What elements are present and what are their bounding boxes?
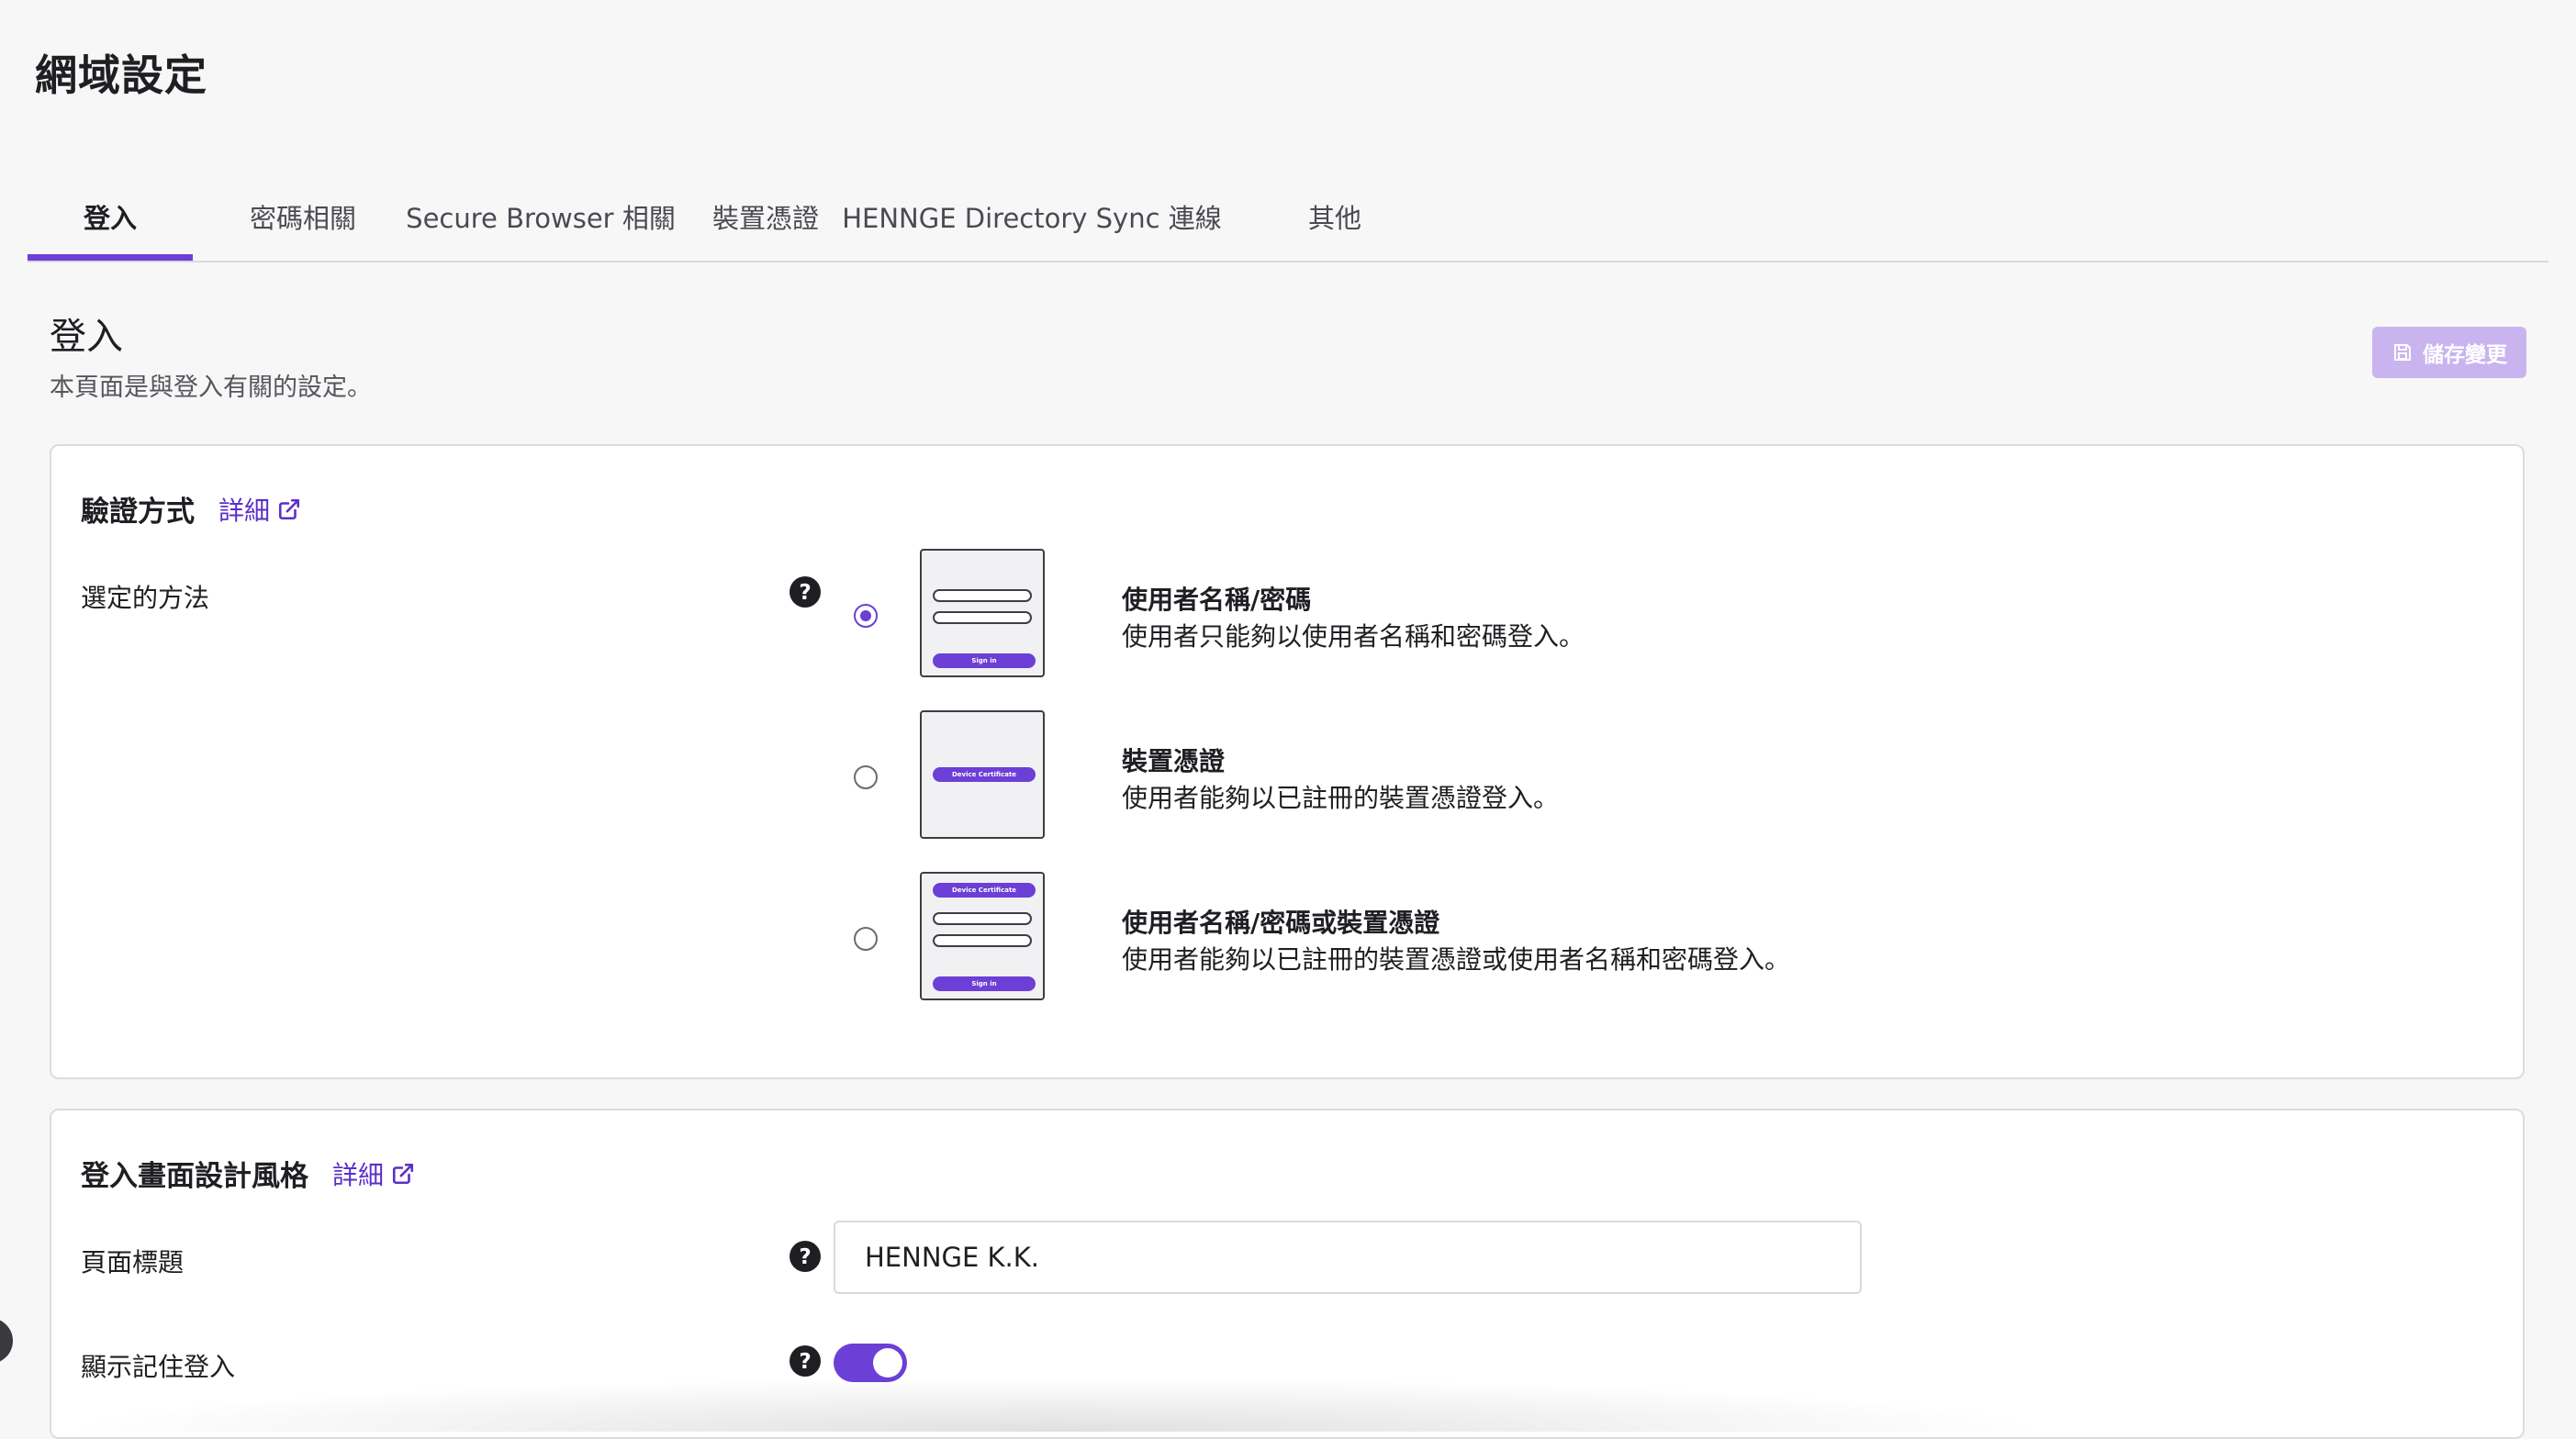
illustration-field xyxy=(933,611,1032,624)
option-title: 裝置憑證 xyxy=(1122,746,1226,776)
login-design-title: 登入畫面設計風格 xyxy=(81,1160,308,1193)
illustration-device-certificate-button: Device Certificate xyxy=(933,883,1036,898)
option-description: 使用者能夠以已註冊的裝置憑證或使用者名稱和密碼登入。 xyxy=(1122,944,1791,975)
svg-text:?: ? xyxy=(799,1350,811,1374)
detail-link-label: 詳細 xyxy=(332,1159,385,1190)
section-description: 本頁面是與登入有關的設定。 xyxy=(50,374,372,402)
help-icon[interactable]: ? xyxy=(790,1345,821,1377)
page-title-label: 頁面標題 xyxy=(81,1247,185,1277)
username-password-illustration: Sign in xyxy=(920,549,1045,677)
remember-login-toggle[interactable] xyxy=(834,1344,907,1382)
tab-password[interactable]: 密碼相關 xyxy=(220,180,386,261)
selected-method-label: 選定的方法 xyxy=(81,583,210,613)
svg-text:?: ? xyxy=(799,1245,811,1269)
login-design-detail-link[interactable]: 詳細 xyxy=(332,1155,415,1192)
radio-username-password[interactable] xyxy=(854,604,878,628)
option-title: 使用者名稱/密碼 xyxy=(1122,585,1312,615)
radio-username-password-or-certificate[interactable] xyxy=(854,927,878,951)
illustration-device-certificate-button: Device Certificate xyxy=(933,767,1036,782)
save-button-label: 儲存變更 xyxy=(2423,343,2507,367)
option-description: 使用者只能夠以使用者名稱和密碼登入。 xyxy=(1122,621,1585,652)
auth-method-detail-link[interactable]: 詳細 xyxy=(218,491,301,528)
section-title: 登入 xyxy=(50,316,123,358)
save-icon xyxy=(2394,344,2411,361)
tab-secure-browser[interactable]: Secure Browser 相關 xyxy=(380,180,701,261)
device-certificate-illustration: Device Certificate xyxy=(920,710,1045,839)
svg-text:?: ? xyxy=(799,581,811,605)
help-icon[interactable]: ? xyxy=(790,1241,821,1272)
illustration-field xyxy=(933,589,1032,602)
radio-device-certificate[interactable] xyxy=(854,765,878,789)
illustration-field xyxy=(933,934,1032,947)
illustration-sign-in-button: Sign in xyxy=(933,653,1036,668)
page-title: 網域設定 xyxy=(35,50,207,100)
tab-other[interactable]: 其他 xyxy=(1252,180,1417,261)
illustration-sign-in-button: Sign in xyxy=(933,976,1036,991)
option-description: 使用者能夠以已註冊的裝置憑證登入。 xyxy=(1122,783,1560,813)
tab-directory-sync[interactable]: HENNGE Directory Sync 連線 xyxy=(839,180,1225,261)
login-design-heading: 登入畫面設計風格 詳細 xyxy=(81,1153,415,1194)
tab-device-certificate[interactable]: 裝置憑證 xyxy=(683,180,848,261)
external-link-icon xyxy=(392,1163,414,1184)
save-changes-button[interactable]: 儲存變更 xyxy=(2372,327,2526,378)
tab-bar: 登入 密碼相關 Secure Browser 相關 裝置憑證 HENNGE Di… xyxy=(28,180,2548,262)
help-icon[interactable]: ? xyxy=(790,576,821,608)
option-title: 使用者名稱/密碼或裝置憑證 xyxy=(1122,908,1440,938)
side-panel-handle[interactable] xyxy=(0,1318,13,1364)
page-title-input[interactable] xyxy=(834,1221,1862,1294)
illustration-field xyxy=(933,912,1032,925)
auth-method-title: 驗證方式 xyxy=(81,496,195,529)
auth-method-card: 驗證方式 詳細 選定的方法 ? Sign in 使用者名稱/密碼 使用者只能夠以… xyxy=(50,444,2525,1079)
external-link-icon xyxy=(278,498,300,519)
combined-method-illustration: Device Certificate Sign in xyxy=(920,872,1045,1000)
auth-method-heading: 驗證方式 詳細 xyxy=(81,488,301,530)
tab-login[interactable]: 登入 xyxy=(28,180,193,261)
remember-login-label: 顯示記住登入 xyxy=(81,1352,236,1382)
detail-link-label: 詳細 xyxy=(218,495,271,526)
